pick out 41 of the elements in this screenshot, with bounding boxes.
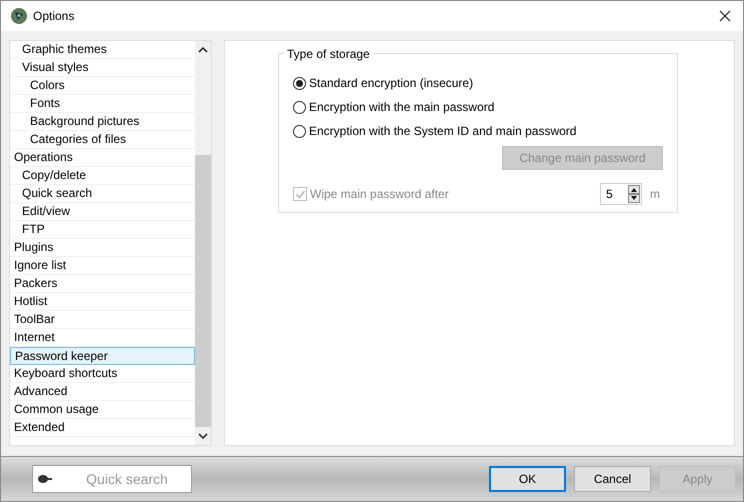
tree-item[interactable]: Extended [10,419,195,437]
tree-item[interactable]: FTP [10,221,195,239]
tree-item[interactable]: Colors [10,77,195,95]
tree-item[interactable]: Hotlist [10,293,195,311]
tree-item[interactable]: Categories of files [10,131,195,149]
radio-label[interactable]: Encryption with the System ID and main password [309,124,576,138]
tree-item[interactable]: Ignore list [10,257,195,275]
tree-item[interactable]: Copy/delete [10,167,195,185]
dialog-button[interactable]: Cancel [574,466,651,492]
quick-search-field[interactable]: Quick search [32,465,192,493]
close-icon[interactable] [719,10,731,22]
tree-item[interactable]: Background pictures [10,113,195,131]
tree-item[interactable]: Visual styles [10,59,195,77]
tree-item[interactable]: Packers [10,275,195,293]
scrollbar[interactable] [195,41,211,445]
scroll-up-icon[interactable] [198,46,208,54]
search-icon [37,474,53,484]
radio-button[interactable] [293,100,306,114]
spin-arrows-icon[interactable] [628,185,640,203]
tree-item[interactable]: Edit/view [10,203,195,221]
tree-item[interactable]: Graphic themes [10,41,195,59]
tree-item[interactable]: Fonts [10,95,195,113]
unit-label: m [650,187,660,201]
radio-button[interactable] [293,76,306,90]
tree-item[interactable]: Password keeper [10,347,195,365]
group-title: Type of storage [284,47,373,61]
tree-item[interactable]: Plugins [10,239,195,257]
tree-item[interactable]: Keyboard shortcuts [10,365,195,383]
scroll-down-icon[interactable] [198,432,208,440]
dialog-button[interactable]: OK [489,466,566,492]
tree-item[interactable]: Quick search [10,185,195,203]
app-icon [11,8,27,24]
scrollbar-thumb[interactable] [195,155,211,427]
radio-button[interactable] [293,124,306,138]
radio-label[interactable]: Standard encryption (insecure) [309,76,474,90]
tree-item[interactable]: Operations [10,149,195,167]
tree-item[interactable]: ToolBar [10,311,195,329]
tree-item[interactable]: Advanced [10,383,195,401]
radio-label[interactable]: Encryption with the main password [309,100,494,114]
tree-item[interactable]: Common usage [10,401,195,419]
window-title: Options [33,9,76,23]
